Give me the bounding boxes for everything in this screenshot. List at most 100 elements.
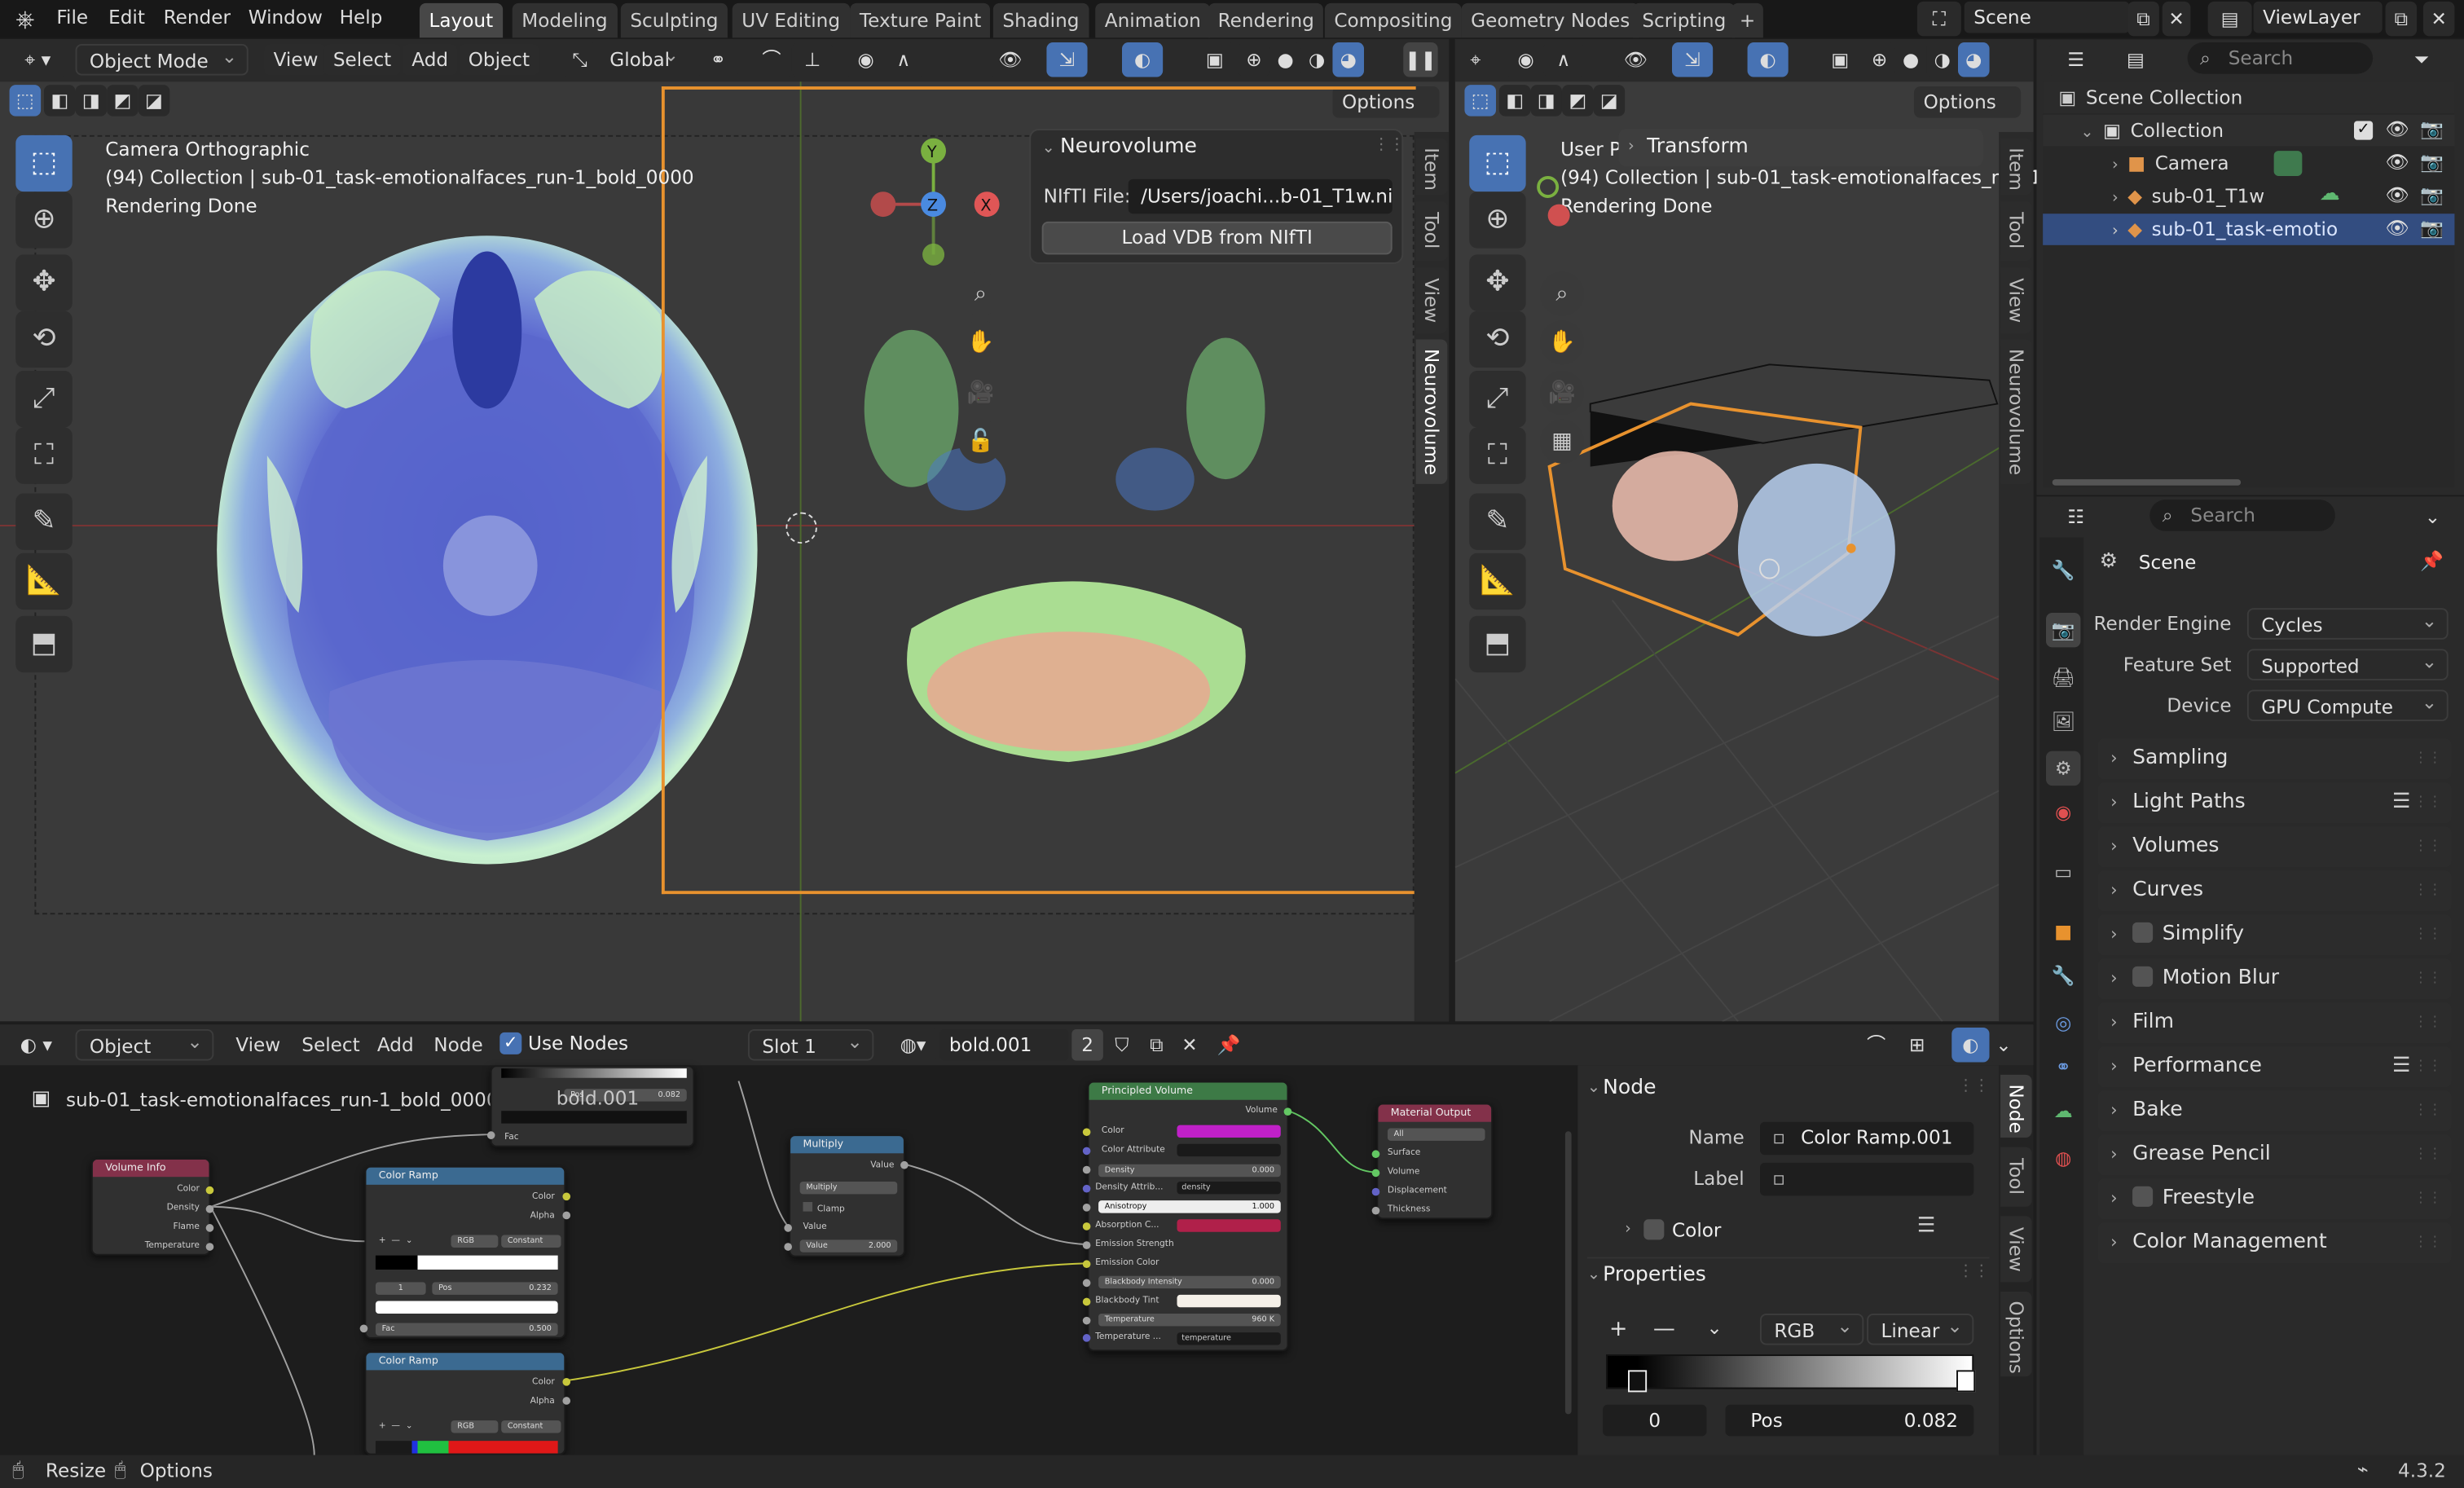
panel-presets-icon[interactable]: ☰: [2392, 1046, 2410, 1087]
pv-absorption-swatch[interactable]: [1177, 1219, 1281, 1232]
ramp2-stop-controls[interactable]: + — ⌄: [379, 1422, 413, 1432]
render-engine-dropdown[interactable]: Cycles: [2246, 605, 2449, 640]
node-menu-add[interactable]: Add: [367, 1029, 423, 1061]
ramp1-gradient[interactable]: [375, 1255, 558, 1270]
panel-drag-handle-icon[interactable]: ⋮⋮: [2413, 1222, 2442, 1263]
panel-drag-handle-icon[interactable]: ⋮⋮: [2413, 826, 2442, 867]
panel-bake[interactable]: › Bake ⋮⋮: [2097, 1090, 2452, 1132]
node-editor-type-icon[interactable]: ◐ ▾: [9, 1028, 64, 1063]
shading-material-icon[interactable]: ◑: [1300, 42, 1333, 77]
snap-node-target-icon[interactable]: ⊞: [1898, 1028, 1936, 1063]
tab-layout[interactable]: Layout: [419, 2, 503, 38]
modifier-props-icon[interactable]: 🔧: [2046, 958, 2080, 993]
right-tab-tool[interactable]: Tool: [2000, 200, 2032, 262]
pv-color-swatch[interactable]: [1177, 1125, 1281, 1138]
panel-performance[interactable]: › Performance ☰ ⋮⋮: [2097, 1046, 2452, 1088]
select-box-mode-icon[interactable]: ⬚: [9, 85, 42, 117]
t1w-eye-icon[interactable]: 👁: [2386, 184, 2409, 206]
right-visibility-icon[interactable]: 👁: [1615, 42, 1657, 77]
multiply-value-socket[interactable]: [784, 1243, 792, 1251]
ramp1-fac-field[interactable]: Fac 0.500: [375, 1323, 558, 1336]
nifti-file-field[interactable]: /Users/joachi...b-01_T1w.nii: [1128, 178, 1393, 214]
outliner-editor-icon[interactable]: ☰: [2048, 42, 2103, 77]
pv-bb-intensity-field[interactable]: Blackbody Intensity 0.000: [1098, 1275, 1281, 1289]
pv-temp-attr-field[interactable]: temperature: [1177, 1332, 1281, 1345]
color-presets-icon[interactable]: ☰: [1917, 1214, 1935, 1238]
node-tab-tool[interactable]: Tool: [2000, 1147, 2032, 1207]
ramp-top-fac-socket[interactable]: [486, 1131, 495, 1139]
pivot-icon[interactable]: ⚭: [697, 42, 739, 77]
right-xray-icon[interactable]: ▣: [1819, 42, 1861, 77]
node-object-dropdown[interactable]: Object: [75, 1026, 214, 1061]
use-nodes-checkbox[interactable]: ✓: [499, 1032, 522, 1054]
vi-temperature-socket[interactable]: [205, 1243, 214, 1251]
overlays-icon[interactable]: ◐: [1121, 42, 1164, 77]
ramp-menu-icon[interactable]: ⌄: [1706, 1317, 1722, 1339]
device-dropdown[interactable]: GPU Compute: [2246, 687, 2449, 722]
collection-checkbox-icon[interactable]: ✓: [2353, 121, 2374, 140]
viewlayer-name-field[interactable]: ViewLayer: [2253, 1, 2383, 33]
rotate-tool-icon[interactable]: ⟲: [15, 310, 73, 368]
ramp-interp-dropdown[interactable]: Linear: [1867, 1310, 1974, 1345]
pan-view-icon[interactable]: ✋: [958, 320, 1003, 365]
right-pan-icon[interactable]: ✋: [1539, 320, 1584, 365]
ramp-pos-field[interactable]: Pos 0.082: [1725, 1404, 1974, 1437]
ramp2-alpha-socket[interactable]: [562, 1397, 571, 1405]
menu-edit[interactable]: Edit: [108, 3, 145, 32]
tab-sculpting[interactable]: Sculpting: [620, 2, 728, 38]
properties-search[interactable]: ⌕ Search: [2149, 500, 2335, 531]
ramp1-index-field[interactable]: 1: [375, 1282, 426, 1295]
tab-item[interactable]: Item: [1415, 138, 1448, 196]
right-falloff-icon[interactable]: ∧: [1542, 42, 1584, 77]
shading-wireframe-icon[interactable]: ⊕: [1238, 42, 1270, 77]
multiply-clamp-checkbox[interactable]: Clamp: [803, 1202, 845, 1214]
new-viewlayer-icon[interactable]: ⧉: [2385, 1, 2418, 37]
fake-user-icon[interactable]: ⛉: [1106, 1028, 1138, 1063]
ramp1-mode-dropdown[interactable]: RGB: [451, 1235, 499, 1248]
node-menu-select[interactable]: Select: [293, 1029, 370, 1061]
data-props-icon[interactable]: ☁: [2046, 1094, 2080, 1128]
right-shading-wire-icon[interactable]: ⊕: [1863, 42, 1895, 77]
tab-animation[interactable]: Animation: [1095, 2, 1211, 38]
collection-eye-icon[interactable]: 👁: [2386, 118, 2409, 140]
tab-view[interactable]: View: [1415, 266, 1448, 333]
unlink-material-icon[interactable]: ✕: [1175, 1028, 1204, 1063]
pv-temperature-socket[interactable]: [1082, 1316, 1091, 1325]
scene-selector-icon[interactable]: ⛶: [1916, 1, 1961, 37]
physics-props-icon[interactable]: ◎: [2046, 1006, 2080, 1040]
right-add-cube-tool-icon[interactable]: ⬒: [1469, 615, 1526, 673]
pause-render-icon[interactable]: ❚❚: [1403, 42, 1438, 77]
right-select-tool-icon[interactable]: ⬚: [1469, 134, 1526, 192]
collection-render-icon[interactable]: 📷: [2420, 118, 2444, 140]
viewlayer-icon[interactable]: ▤: [2207, 1, 2252, 37]
viewport-menu-add[interactable]: Add: [402, 43, 458, 76]
outliner-search[interactable]: ⌕ Search: [2187, 42, 2374, 74]
xray-icon[interactable]: ▣: [1194, 42, 1235, 77]
output-target-dropdown[interactable]: All: [1387, 1128, 1485, 1141]
shading-rendered-icon[interactable]: ◕: [1332, 42, 1364, 77]
3d-cursor-icon[interactable]: [785, 512, 817, 544]
pv-density-attr-field[interactable]: density: [1177, 1181, 1281, 1195]
panel-curves[interactable]: › Curves ⋮⋮: [2097, 870, 2452, 912]
tab-neurovolume[interactable]: Neurovolume: [1415, 339, 1448, 484]
right-camera-icon[interactable]: 🎥: [1539, 371, 1584, 416]
output-volume-socket[interactable]: [1371, 1169, 1380, 1178]
navigation-gizmo[interactable]: Y X Z: [861, 138, 1012, 274]
measure-tool-icon[interactable]: 📐: [15, 552, 73, 610]
outliner-scene-collection[interactable]: ▣ Scene Collection: [2043, 81, 2455, 113]
panel-enable-checkbox[interactable]: [2132, 1186, 2154, 1207]
right-shading-solid-icon[interactable]: ●: [1894, 42, 1927, 77]
node-section-handle-icon[interactable]: ⋮⋮: [1958, 1078, 1990, 1095]
pv-absorption-socket[interactable]: [1082, 1222, 1091, 1230]
right-tab-neurovolume[interactable]: Neurovolume: [2000, 339, 2032, 484]
output-surface-socket[interactable]: [1371, 1150, 1380, 1159]
right-transform-tool-icon[interactable]: ⛶: [1469, 427, 1526, 484]
menu-render[interactable]: Render: [164, 3, 231, 32]
ramp2-mode-dropdown[interactable]: RGB: [451, 1420, 499, 1433]
node-tab-view[interactable]: View: [2000, 1216, 2032, 1283]
select-difference-mode-icon[interactable]: ◩: [107, 85, 139, 117]
new-scene-icon[interactable]: ⧉: [2127, 1, 2159, 37]
pv-temp-attr-socket[interactable]: [1082, 1334, 1091, 1342]
ramp-gradient-widget[interactable]: [1605, 1354, 1974, 1389]
tab-rendering[interactable]: Rendering: [1208, 2, 1324, 38]
